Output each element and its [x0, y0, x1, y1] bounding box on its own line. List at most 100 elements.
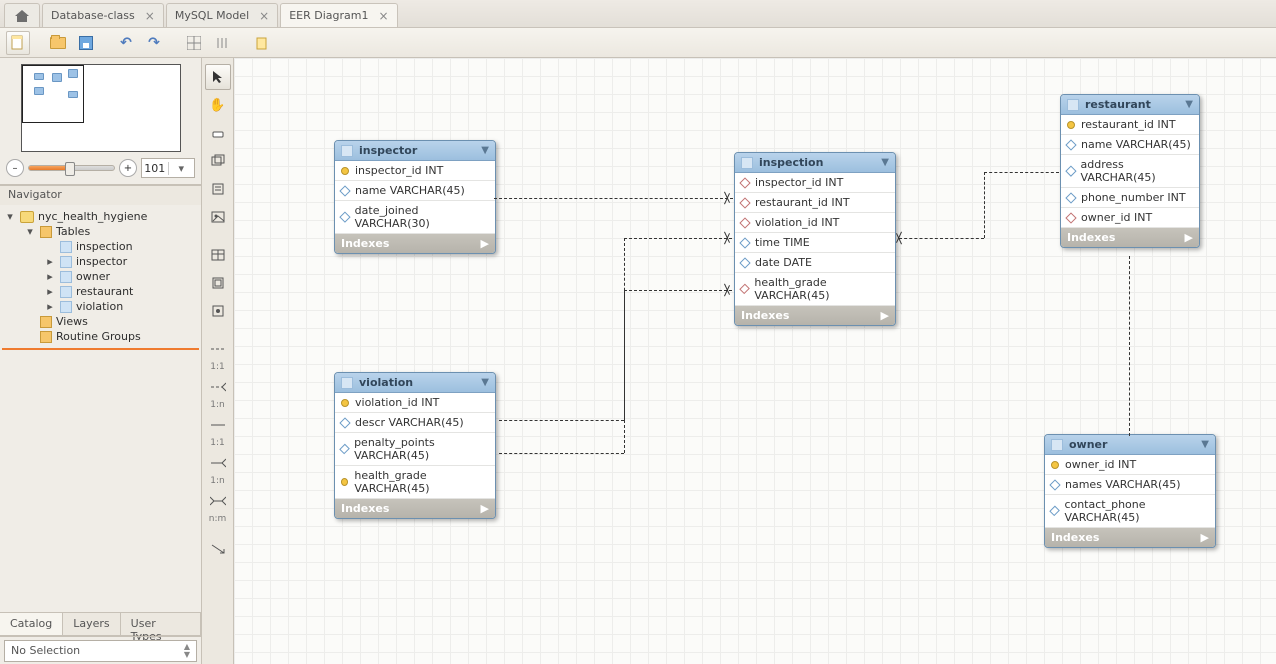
close-icon[interactable]: × [145, 9, 155, 23]
chevron-down-icon[interactable]: ▾ [168, 162, 195, 175]
tab-layers[interactable]: Layers [63, 613, 120, 635]
save-button[interactable] [74, 31, 98, 55]
left-pane: – + 101 ▾ Navigator ▾ nyc_health_hygiene… [0, 58, 202, 664]
routine-tool[interactable] [205, 298, 231, 324]
tree-table-item[interactable]: inspection [2, 239, 199, 254]
home-tab[interactable] [4, 3, 40, 27]
notes-button[interactable] [250, 31, 274, 55]
rel-1-n-id-tool[interactable] [205, 450, 231, 476]
align-toggle-button[interactable] [210, 31, 234, 55]
tree-routines[interactable]: Routine Groups [2, 329, 199, 344]
hand-tool[interactable]: ✋ [205, 92, 231, 118]
chevron-down-icon[interactable]: ▼ [481, 145, 489, 156]
tree-table-item[interactable]: ▸restaurant [2, 284, 199, 299]
layer-tool[interactable] [205, 148, 231, 174]
lower-panel-tabs: Catalog Layers User Types [0, 612, 201, 636]
tab-mysql-model[interactable]: MySQL Model × [166, 3, 278, 27]
close-icon[interactable]: × [378, 9, 388, 23]
relationship-line[interactable] [624, 238, 732, 239]
overview-minimap[interactable] [21, 64, 181, 152]
table-icon [60, 241, 72, 253]
relationship-line[interactable] [899, 238, 984, 239]
relationship-line[interactable] [494, 198, 733, 199]
column: phone_number INT [1081, 191, 1186, 204]
tab-catalog[interactable]: Catalog [0, 613, 63, 635]
tree-tables[interactable]: ▾ Tables [2, 224, 199, 239]
diamond-icon [1049, 479, 1060, 490]
tab-database-class[interactable]: Database-class × [42, 3, 164, 27]
tree-views[interactable]: Views [2, 314, 199, 329]
column: inspector_id INT [755, 176, 843, 189]
chevron-right-icon[interactable]: ▶ [481, 237, 489, 250]
twisty-icon[interactable]: ▸ [44, 300, 56, 313]
views-label: Views [56, 315, 88, 328]
chevron-down-icon[interactable]: ▼ [481, 377, 489, 388]
tree-db[interactable]: ▾ nyc_health_hygiene [2, 209, 199, 224]
eraser-tool[interactable] [205, 120, 231, 146]
tree-table-item[interactable]: ▸violation [2, 299, 199, 314]
redo-button[interactable]: ↷ [142, 31, 166, 55]
chevron-down-icon[interactable]: ▼ [1201, 439, 1209, 450]
entity-restaurant[interactable]: restaurant▼ restaurant_id INT name VARCH… [1060, 94, 1200, 248]
tab-eer-diagram[interactable]: EER Diagram1 × [280, 3, 397, 27]
entity-inspection[interactable]: inspection▼ inspector_id INT restaurant_… [734, 152, 896, 326]
diamond-icon [1065, 212, 1076, 223]
entity-title: inspector [359, 144, 417, 157]
relationship-line[interactable] [1129, 256, 1130, 436]
stepper-icon[interactable]: ▲▼ [184, 643, 190, 659]
zoom-value[interactable]: 101 ▾ [141, 158, 195, 178]
entity-owner[interactable]: owner▼ owner_id INT names VARCHAR(45) co… [1044, 434, 1216, 548]
rel-1-1-nonid-tool[interactable] [205, 336, 231, 362]
column: owner_id INT [1081, 211, 1152, 224]
tab-usertypes[interactable]: User Types [121, 613, 201, 635]
relationship-line[interactable] [984, 172, 985, 238]
entity-title: violation [359, 376, 413, 389]
twisty-icon[interactable]: ▸ [44, 285, 56, 298]
twisty-icon[interactable]: ▸ [44, 270, 56, 283]
selection-dropdown[interactable]: No Selection ▲▼ [4, 640, 197, 662]
chevron-down-icon[interactable]: ▼ [1185, 99, 1193, 110]
rel-1-1-id-tool[interactable] [205, 412, 231, 438]
relationship-line[interactable] [984, 172, 1059, 173]
close-icon[interactable]: × [259, 9, 269, 23]
image-tool[interactable] [205, 204, 231, 230]
twisty-icon[interactable]: ▾ [4, 210, 16, 223]
zoom-slider[interactable] [28, 165, 115, 171]
view-tool[interactable] [205, 270, 231, 296]
twisty-icon[interactable]: ▸ [44, 255, 56, 268]
pointer-tool[interactable] [205, 64, 231, 90]
zoom-in-button[interactable]: + [119, 159, 137, 177]
tab-label: Database-class [51, 9, 135, 22]
note-tool[interactable] [205, 176, 231, 202]
diamond-icon [1065, 192, 1076, 203]
chevron-right-icon[interactable]: ▶ [881, 309, 889, 322]
routines-label: Routine Groups [56, 330, 141, 343]
grid-toggle-button[interactable] [182, 31, 206, 55]
chevron-right-icon[interactable]: ▶ [481, 502, 489, 515]
entity-inspector[interactable]: inspector▼ inspector_id INT name VARCHAR… [334, 140, 496, 254]
tree-table-item[interactable]: ▸owner [2, 269, 199, 284]
rel-existing-tool[interactable] [205, 536, 231, 562]
diagram-canvas[interactable]: inspector▼ inspector_id INT name VARCHAR… [234, 58, 1276, 664]
undo-button[interactable]: ↶ [114, 31, 138, 55]
chevron-right-icon[interactable]: ▶ [1185, 231, 1193, 244]
chevron-down-icon[interactable]: ▼ [881, 157, 889, 168]
zoom-out-button[interactable]: – [6, 159, 24, 177]
relationship-line[interactable] [624, 290, 625, 453]
open-file-button[interactable] [46, 31, 70, 55]
entity-violation[interactable]: violation▼ violation_id INT descr VARCHA… [334, 372, 496, 519]
new-file-button[interactable] [6, 31, 30, 55]
crowfoot-icon [724, 284, 734, 296]
chevron-right-icon[interactable]: ▶ [1201, 531, 1209, 544]
relationship-line[interactable] [499, 420, 624, 421]
tree-table-item[interactable]: ▸inspector [2, 254, 199, 269]
twisty-icon[interactable]: ▾ [24, 225, 36, 238]
relationship-line[interactable] [499, 453, 624, 454]
rel-1-n-nonid-tool[interactable] [205, 374, 231, 400]
table-tool[interactable] [205, 242, 231, 268]
column: health_grade VARCHAR(45) [754, 276, 889, 302]
rel-n-m-tool[interactable] [205, 488, 231, 514]
main-toolbar: ↶ ↷ [0, 28, 1276, 58]
diamond-icon [739, 217, 750, 228]
relationship-line[interactable] [624, 290, 732, 291]
